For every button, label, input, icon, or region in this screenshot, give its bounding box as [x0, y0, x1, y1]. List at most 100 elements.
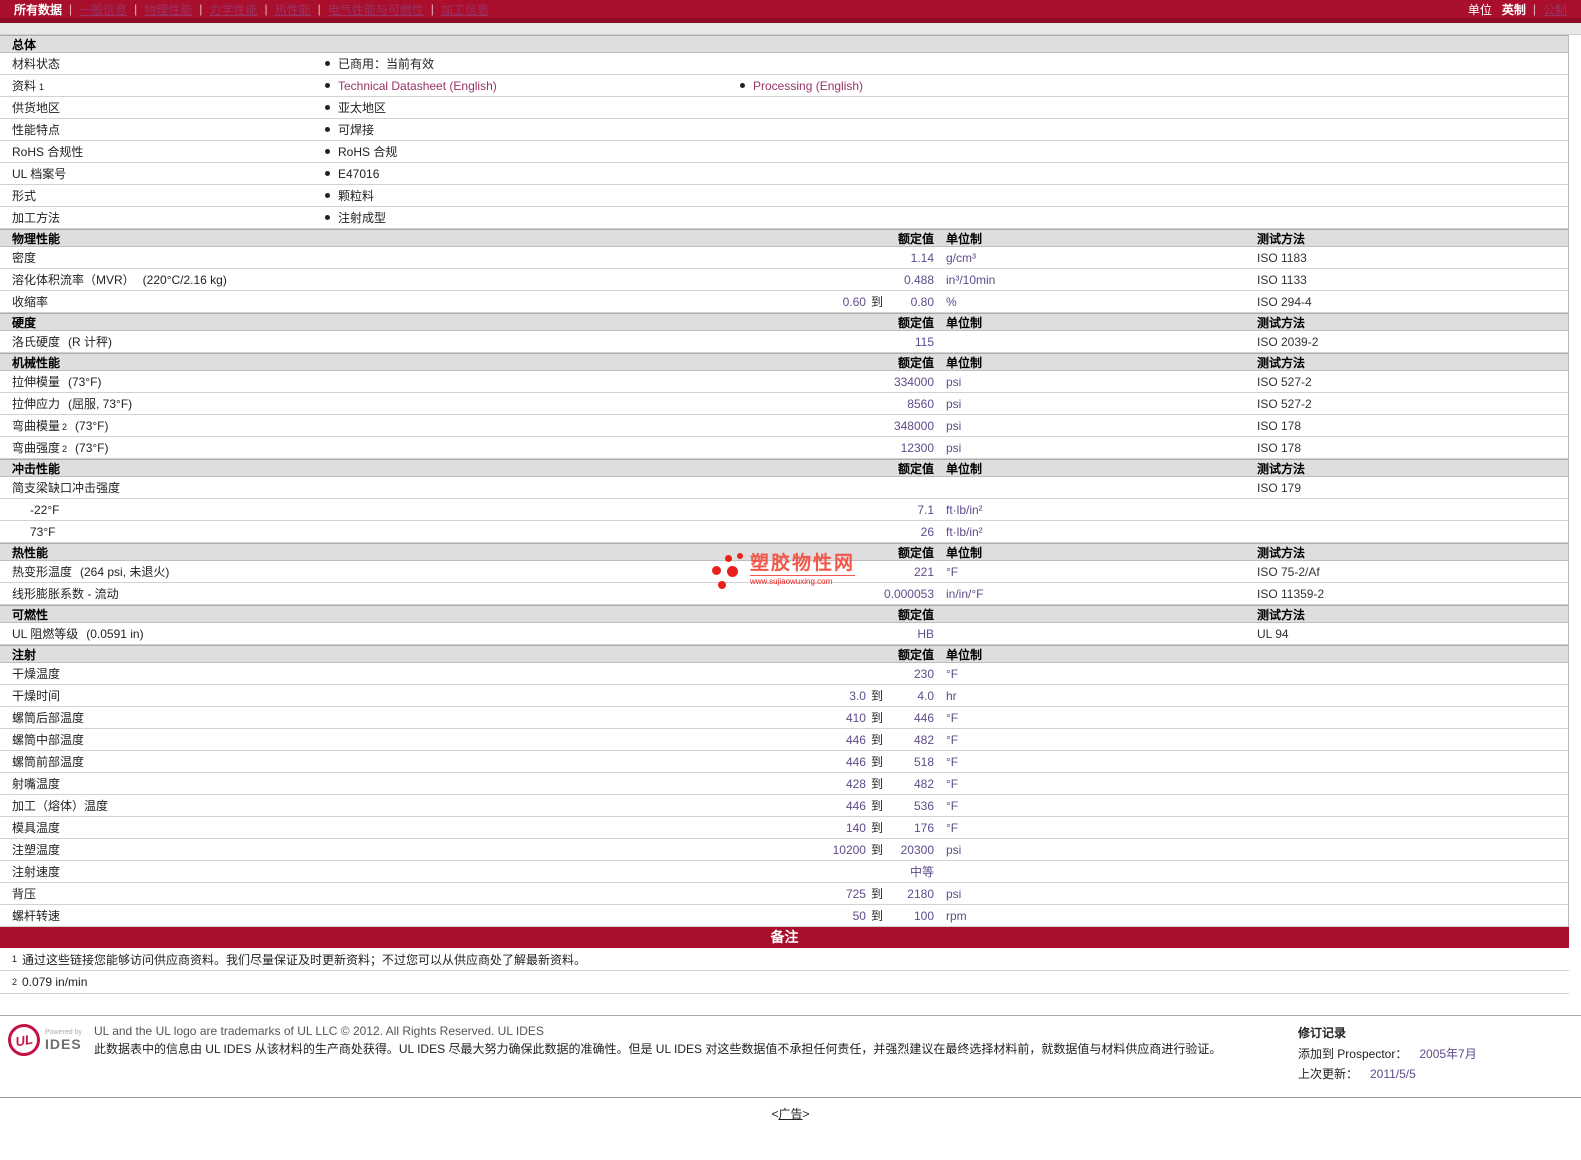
rated-value-cell: 7.1	[634, 503, 934, 517]
nav-tab-3[interactable]: 物理性能	[144, 1, 192, 18]
nav-tab-7[interactable]: 加工信息	[441, 1, 489, 18]
range-low: 140	[845, 820, 866, 835]
table-row: 收缩率 0.60 到 0.80% ISO 294-4	[0, 291, 1568, 313]
nav-tab-4[interactable]: 力学性能	[209, 1, 257, 18]
unit-cell: °F	[946, 710, 959, 725]
nav-separator: |	[134, 2, 138, 16]
table-row: 螺杆转速 50 到 100 rpm	[0, 905, 1568, 927]
table-row: RoHS 合规性 RoHS 合规	[0, 141, 1568, 163]
nav-tab-1[interactable]: 所有数据	[14, 1, 62, 18]
table-row: 溶化体积流率（MVR） (220°C/2.16 kg) 0.488 in³/10min…	[0, 269, 1568, 291]
property-label: 供货地区	[12, 101, 61, 115]
bullet-value: 注射成型	[338, 211, 387, 225]
revision-value: 2005年7月	[1419, 1047, 1477, 1061]
bullet-value: E47016	[338, 166, 380, 181]
table-row: 线形膨胀系数 - 流动 0.000053 in/in/°F ISO 11359-2	[0, 583, 1568, 605]
rated-value-cell: 8560	[634, 397, 934, 411]
ad-link[interactable]: 广告	[778, 1107, 802, 1121]
table-row: 注射速度 中等	[0, 861, 1568, 883]
rated-value: 230	[913, 666, 934, 681]
range-low: 410	[845, 710, 866, 725]
nav-tab-2[interactable]: 一般信息	[79, 1, 127, 18]
unit-cell: psi	[946, 396, 962, 411]
test-method-cell: UL 94	[1257, 626, 1289, 641]
table-row: 背压 725 到 2180 psi	[0, 883, 1568, 905]
unit-cell: psi	[946, 374, 962, 389]
ad-bracket-close: >	[802, 1107, 810, 1121]
nav-separator: |	[317, 2, 321, 16]
table-row: 弯曲强度 2 (73°F) 12300 psi ISO 178	[0, 437, 1568, 459]
property-label: 螺筒前部温度	[12, 755, 85, 769]
property-label: -22°F	[30, 502, 60, 517]
rated-value-cell: 140 到 176	[634, 819, 934, 836]
nav-separator: |	[430, 2, 434, 16]
column-header-rated: 额定值	[897, 355, 934, 370]
unit-cell: psi	[946, 440, 962, 455]
column-header-method: 测试方法	[1257, 461, 1306, 476]
column-header-rated: 额定值	[897, 545, 934, 560]
revision-value: 2011/5/5	[1369, 1067, 1416, 1081]
table-row: 射嘴温度 428 到 482 °F	[0, 773, 1568, 795]
rated-value-cell: 0.60 到 0.80	[634, 293, 934, 310]
rated-value-cell: 0.488	[634, 273, 934, 287]
rated-value-cell: 334000	[634, 375, 934, 389]
section-title: 物理性能	[12, 231, 61, 246]
rated-value: 中等	[909, 865, 934, 879]
rated-value-cell: 230	[634, 667, 934, 681]
datasheet-link[interactable]: Technical Datasheet (English)	[338, 79, 497, 93]
ul-logo-icon: UL	[5, 1021, 43, 1059]
property-label: 收缩率	[12, 295, 49, 309]
rated-value-cell: 中等	[634, 863, 934, 880]
bullet-icon	[325, 105, 330, 110]
rated-value: 348000	[893, 418, 934, 433]
unit-cell: ft·lb/in²	[946, 524, 983, 539]
notes-banner: 备注	[0, 927, 1569, 948]
unit-metric[interactable]: 公制	[1543, 1, 1567, 18]
table-row: 干燥温度 230 °F	[0, 663, 1568, 685]
table-row: 热变形温度 (264 psi, 未退火) 221 °F ISO 75-2/Af	[0, 561, 1568, 583]
unit-imperial[interactable]: 英制	[1502, 1, 1526, 18]
rated-value: 0.488	[903, 272, 934, 287]
nav-separator: |	[69, 2, 73, 16]
rated-value-cell: 115	[634, 335, 934, 349]
property-condition: (R 计秤)	[68, 335, 113, 349]
property-condition: (220°C/2.16 kg)	[142, 273, 227, 287]
bullet-value: 可焊接	[338, 123, 375, 137]
property-label: 溶化体积流率（MVR）	[12, 273, 135, 287]
property-label: 螺杆转速	[12, 909, 61, 923]
powered-by-label: Powered by	[45, 1028, 82, 1036]
rated-value-cell: 446 到 536	[634, 797, 934, 814]
nav-tab-5[interactable]: 热性能	[275, 1, 311, 18]
section-title: 机械性能	[12, 355, 61, 370]
property-label: UL 阻燃等级	[12, 627, 79, 641]
property-label: 性能特点	[12, 123, 61, 137]
trademark-notice: UL and the UL logo are trademarks of UL …	[93, 1024, 544, 1038]
unit-cell: °F	[946, 776, 959, 791]
rated-value: 221	[913, 564, 934, 579]
section-header: 硬度 额定值 单位制 测试方法	[0, 313, 1568, 331]
property-label: UL 档案号	[12, 167, 67, 181]
property-condition: (屈服, 73°F)	[68, 397, 133, 411]
ad-slot: <广告>	[0, 1097, 1581, 1122]
unit-cell: hr	[946, 688, 957, 703]
table-row: 性能特点 可焊接	[0, 119, 1568, 141]
rated-value: HB	[917, 626, 934, 641]
table-row: 干燥时间 3.0 到 4.0 hr	[0, 685, 1568, 707]
range-low: 446	[845, 754, 866, 769]
nav-tab-6[interactable]: 电气性能与可燃性	[328, 1, 424, 18]
nav-separator: |	[264, 2, 268, 16]
range-low: 428	[845, 776, 866, 791]
nav-tabs: 所有数据 | 一般信息 | 物理性能 | 力学性能 | 热性能 | 电气性能与可燃性 | 加工信息	[10, 1, 493, 18]
property-label: 弯曲强度	[12, 441, 61, 455]
section-header: 可燃性 额定值 测试方法	[0, 605, 1568, 623]
datasheet-link[interactable]: Processing (English)	[753, 79, 863, 93]
note-text: 通过这些链接您能够访问供应商资料。我们尽量保证及时更新资料；不过您可以从供应商处…	[22, 952, 587, 967]
section-title: 总体	[12, 37, 37, 52]
rated-value: 26	[920, 524, 934, 539]
range-low: 446	[845, 798, 866, 813]
rated-value-cell: HB	[634, 627, 934, 641]
top-navbar: 所有数据 | 一般信息 | 物理性能 | 力学性能 | 热性能 | 电气性能与可燃性 | 加工信息 单位…	[0, 0, 1581, 18]
property-condition: (73°F)	[75, 419, 109, 433]
range-high: 4.0	[917, 688, 934, 703]
column-header-rated: 额定值	[897, 461, 934, 476]
